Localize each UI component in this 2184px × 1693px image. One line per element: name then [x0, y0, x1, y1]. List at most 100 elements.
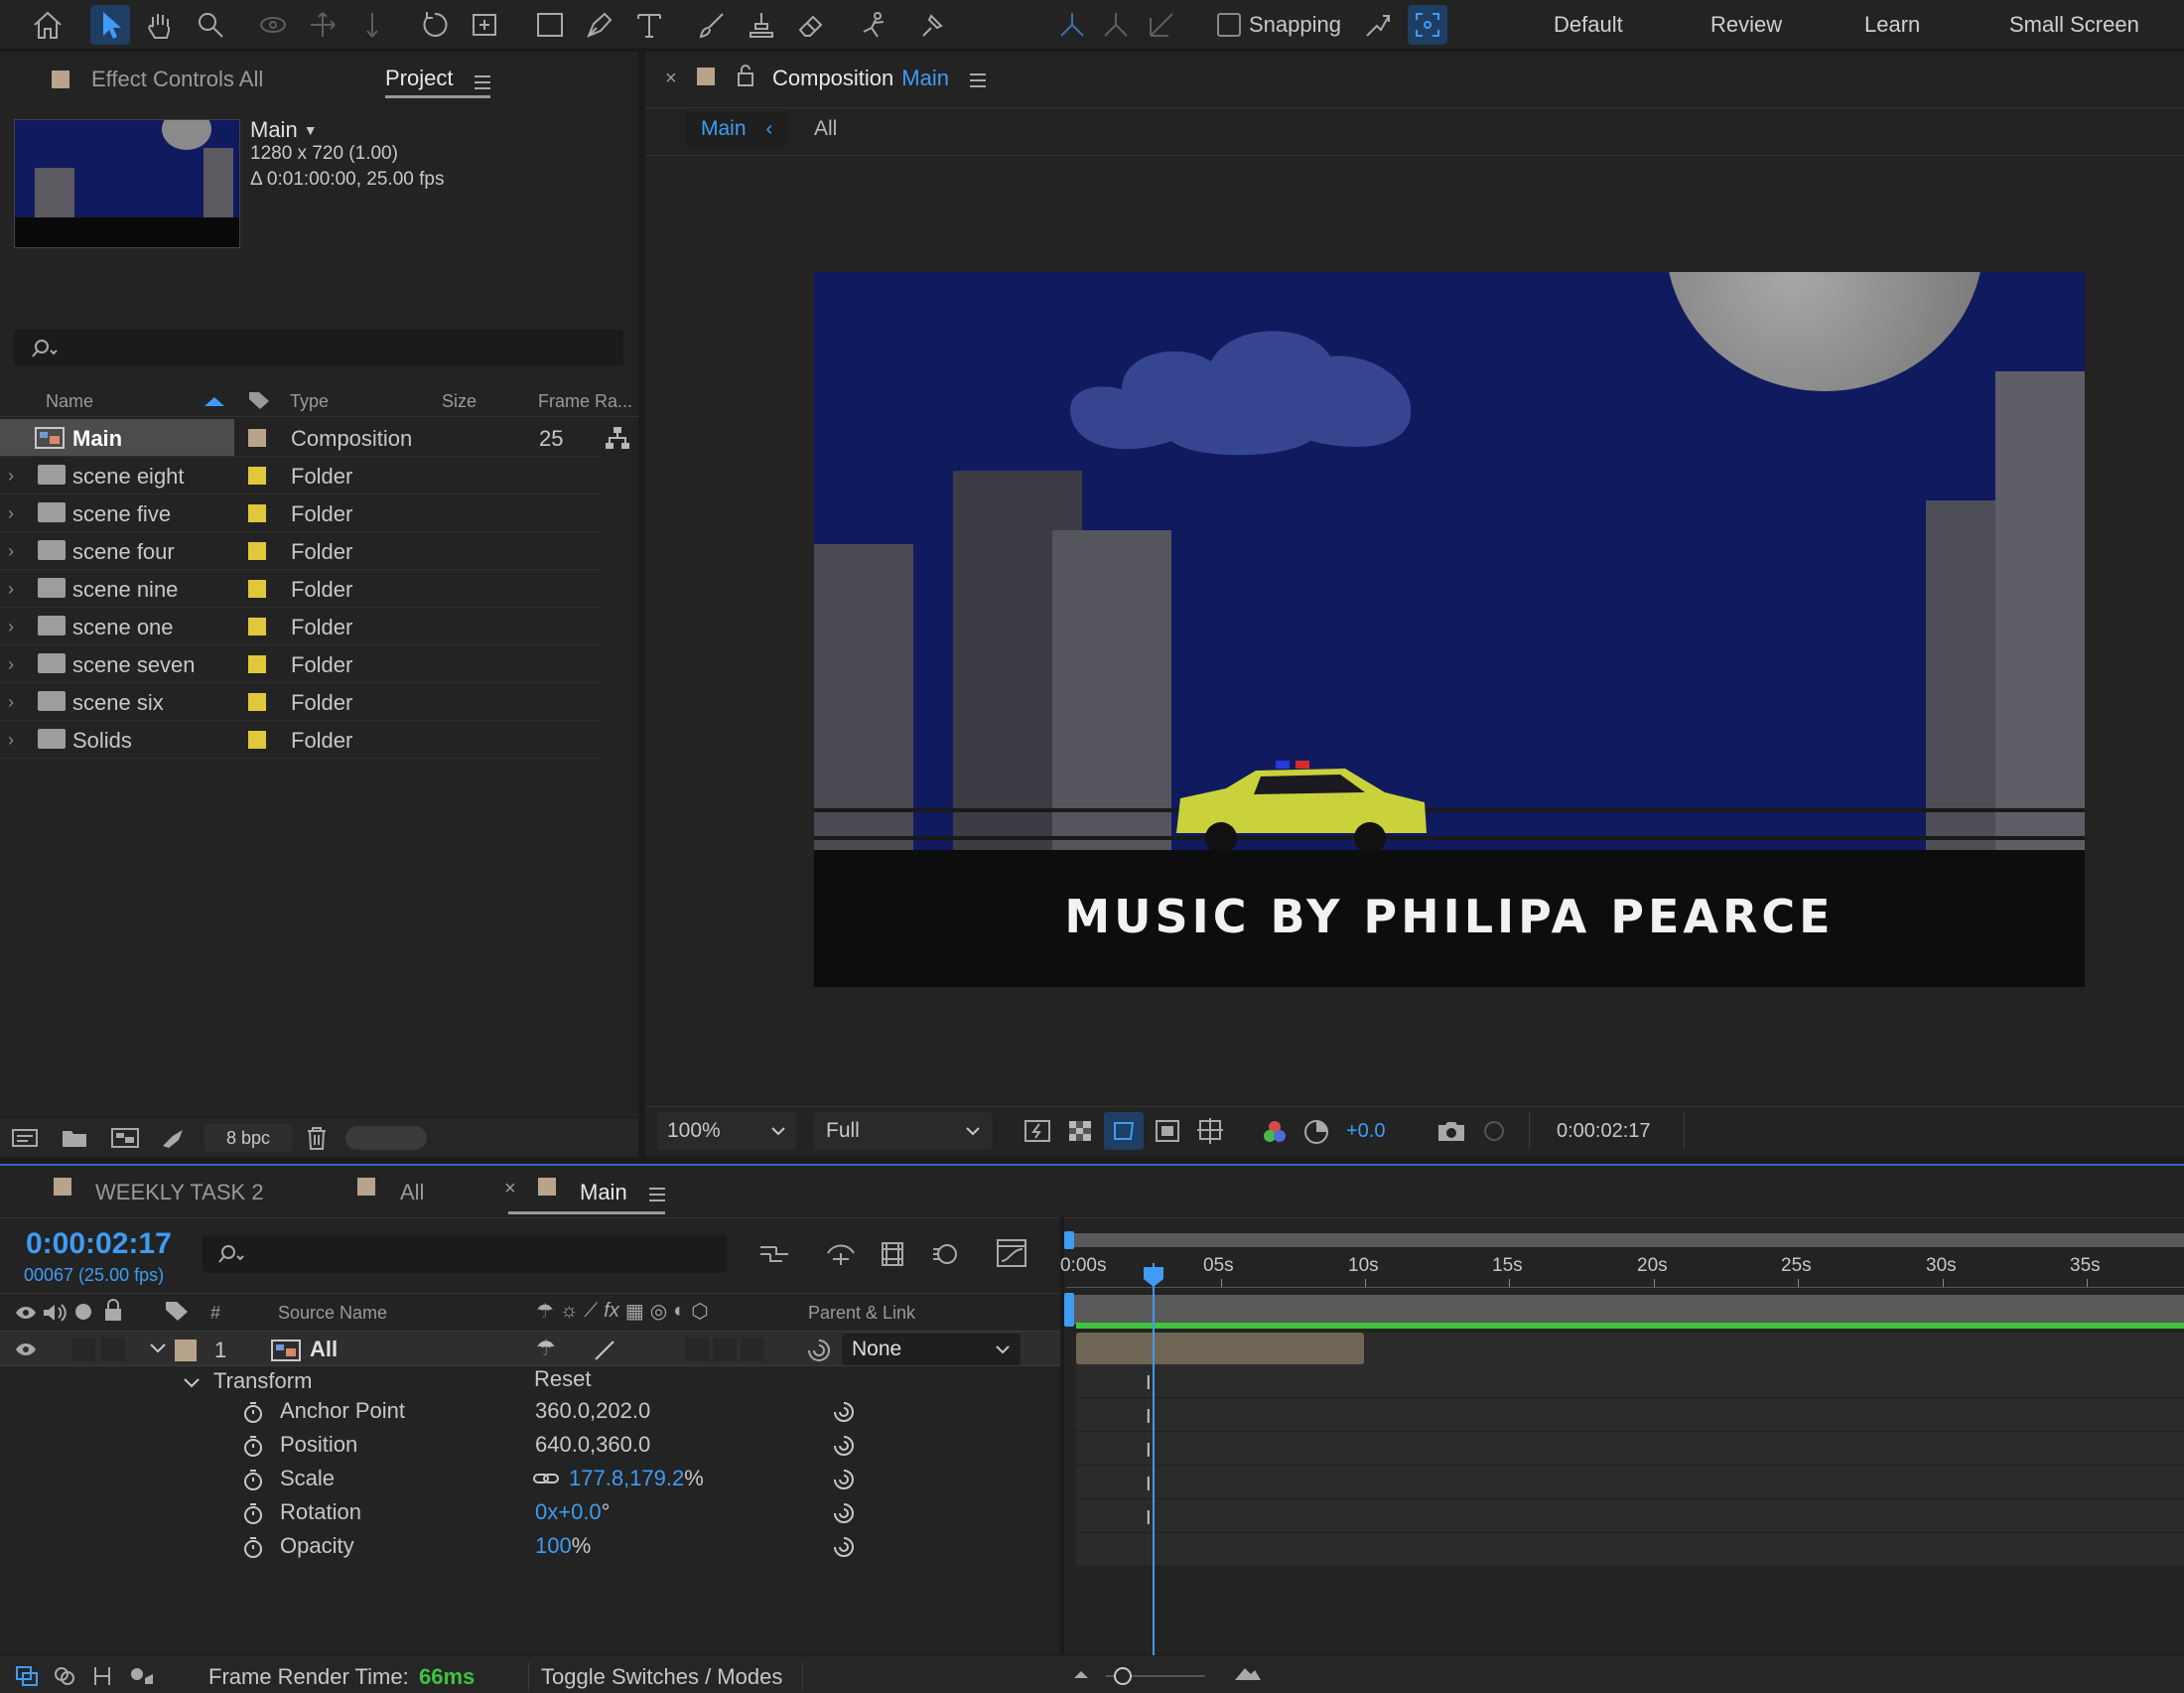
- new-folder-icon[interactable]: [60, 1126, 89, 1150]
- layer-row[interactable]: 1 All ☂ None: [0, 1331, 1060, 1366]
- pen-tool-icon[interactable]: [580, 5, 619, 45]
- panel-menu-icon[interactable]: [473, 73, 492, 97]
- label-color-swatch[interactable]: [248, 429, 266, 447]
- rotation-tool-icon[interactable]: [415, 5, 455, 45]
- switch-box[interactable]: [741, 1338, 764, 1361]
- puppet-pin-tool-icon[interactable]: [913, 5, 953, 45]
- region-of-interest-icon[interactable]: [1154, 1118, 1181, 1144]
- expand-chevron-icon[interactable]: ›: [8, 617, 14, 637]
- transfer-controls-pane-icon[interactable]: [52, 1664, 77, 1688]
- expand-chevron-icon[interactable]: ›: [8, 730, 14, 751]
- interpret-footage-icon[interactable]: [10, 1126, 42, 1150]
- project-item-folder[interactable]: › Solids Folder: [0, 721, 601, 759]
- label-tag-icon[interactable]: [163, 1299, 191, 1323]
- snapping-checkbox[interactable]: [1217, 13, 1241, 37]
- graph-editor-icon[interactable]: [995, 1237, 1028, 1269]
- project-item-folder[interactable]: › scene nine Folder: [0, 570, 601, 608]
- label-color-swatch[interactable]: [248, 618, 266, 635]
- world-axis-mode-icon[interactable]: [1096, 5, 1136, 45]
- project-item-folder[interactable]: › scene six Folder: [0, 683, 601, 721]
- stopwatch-icon[interactable]: [242, 1400, 264, 1424]
- project-item-folder[interactable]: › scene seven Folder: [0, 645, 601, 683]
- label-color-swatch[interactable]: [175, 1340, 197, 1361]
- color-channels-icon[interactable]: [1261, 1118, 1289, 1146]
- expand-chevron-icon[interactable]: ›: [8, 692, 14, 713]
- new-composition-icon[interactable]: [109, 1126, 141, 1150]
- bit-depth-button[interactable]: 8 bpc: [205, 1124, 292, 1152]
- project-item-folder[interactable]: › scene four Folder: [0, 532, 601, 570]
- panel-menu-icon[interactable]: [968, 71, 988, 89]
- toggle-switches-modes-button[interactable]: Toggle Switches / Modes: [541, 1664, 782, 1690]
- property-value[interactable]: 640.0,360.0: [535, 1432, 650, 1458]
- fast-previews-icon[interactable]: [1023, 1118, 1052, 1144]
- comp-name-dropdown[interactable]: Main ▼: [250, 117, 318, 143]
- solo-checkbox[interactable]: [71, 1338, 95, 1361]
- snap-feature-icon[interactable]: [1408, 5, 1447, 45]
- panel-divider[interactable]: [638, 52, 644, 1157]
- timeline-search-input[interactable]: [203, 1235, 727, 1273]
- column-type[interactable]: Type: [290, 391, 329, 412]
- project-item-folder[interactable]: › scene one Folder: [0, 608, 601, 645]
- expression-pick-whip-icon[interactable]: [832, 1468, 856, 1491]
- label-color-swatch[interactable]: [248, 731, 266, 749]
- frame-blending-icon[interactable]: [878, 1239, 907, 1269]
- stopwatch-icon[interactable]: [242, 1535, 264, 1559]
- shy-switch-icon[interactable]: ☂: [536, 1336, 556, 1361]
- expand-chevron-icon[interactable]: ›: [8, 541, 14, 562]
- shy-layers-icon[interactable]: [824, 1239, 858, 1269]
- project-item-folder[interactable]: › scene eight Folder: [0, 457, 601, 494]
- expand-chevron-icon[interactable]: ›: [8, 654, 14, 675]
- chevron-down-icon[interactable]: [149, 1341, 167, 1355]
- pan-camera-icon[interactable]: [303, 5, 342, 45]
- breadcrumb-main[interactable]: Main: [701, 117, 747, 141]
- expand-chevron-icon[interactable]: ›: [8, 503, 14, 524]
- flowchart-icon[interactable]: [604, 425, 631, 451]
- switch-box[interactable]: [685, 1338, 709, 1361]
- project-search-input[interactable]: [14, 330, 623, 365]
- tab-main[interactable]: Main: [508, 1166, 665, 1215]
- transform-group-label[interactable]: Transform: [213, 1368, 312, 1394]
- playhead-handle[interactable]: [1142, 1265, 1165, 1289]
- layer-name[interactable]: All: [310, 1337, 338, 1362]
- show-snapshot-icon[interactable]: [1479, 1118, 1509, 1144]
- expression-pick-whip-icon[interactable]: [832, 1501, 856, 1525]
- hand-tool-icon[interactable]: [140, 5, 180, 45]
- expression-pick-whip-icon[interactable]: [832, 1434, 856, 1458]
- label-color-swatch[interactable]: [248, 655, 266, 673]
- label-color-swatch[interactable]: [248, 693, 266, 711]
- label-color-swatch[interactable]: [248, 467, 266, 485]
- orbit-camera-icon[interactable]: [253, 5, 293, 45]
- pan-behind-tool-icon[interactable]: [465, 5, 504, 45]
- resolution-dropdown[interactable]: Full: [814, 1112, 993, 1150]
- lock-checkbox[interactable]: [101, 1338, 125, 1361]
- label-tag-icon[interactable]: [246, 389, 272, 411]
- pick-whip-icon[interactable]: [806, 1338, 832, 1363]
- stopwatch-icon[interactable]: [242, 1501, 264, 1525]
- lock-icon[interactable]: [103, 1299, 123, 1323]
- label-color-swatch[interactable]: [248, 542, 266, 560]
- snapping-toggle[interactable]: Snapping: [1217, 12, 1341, 38]
- motion-blur-icon[interactable]: [929, 1239, 959, 1269]
- project-item-main[interactable]: Main Composition 25: [0, 419, 629, 457]
- parent-dropdown[interactable]: None: [842, 1334, 1021, 1365]
- eye-icon[interactable]: [14, 1303, 38, 1323]
- lock-icon[interactable]: [737, 64, 754, 87]
- type-tool-icon[interactable]: [629, 5, 669, 45]
- selection-tool-icon[interactable]: [90, 5, 130, 45]
- close-icon[interactable]: ×: [665, 68, 677, 90]
- composition-mini-flowchart-icon[interactable]: [756, 1239, 792, 1269]
- home-icon[interactable]: [28, 5, 68, 45]
- exposure-value[interactable]: +0.0: [1346, 1120, 1385, 1143]
- dolly-camera-icon[interactable]: [352, 5, 392, 45]
- transform-reset-link[interactable]: Reset: [534, 1366, 591, 1392]
- expression-pick-whip-icon[interactable]: [832, 1400, 856, 1424]
- timeline-zoom-knob[interactable]: [1114, 1667, 1132, 1685]
- brush-tool-icon[interactable]: [692, 5, 732, 45]
- in-out-pane-icon[interactable]: [89, 1664, 115, 1688]
- render-queue-icon[interactable]: [159, 1126, 189, 1150]
- trash-icon[interactable]: [304, 1124, 330, 1152]
- camera-snapshot-icon[interactable]: [1435, 1118, 1467, 1144]
- exposure-reset-icon[interactable]: [1302, 1118, 1330, 1146]
- tab-weekly-task[interactable]: WEEKLY TASK 2: [95, 1180, 264, 1205]
- snap-options-icon[interactable]: [1358, 5, 1398, 45]
